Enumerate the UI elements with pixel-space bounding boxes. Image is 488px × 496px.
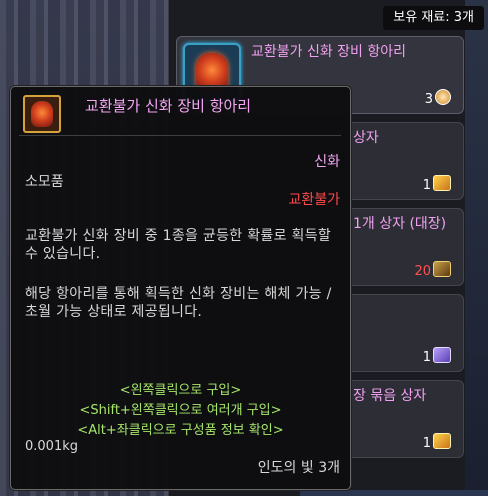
item-description: 교환불가 신화 장비 중 1종을 균등한 확률로 획득할 수 있습니다. bbox=[25, 228, 332, 262]
purchase-hint: <왼쪽클릭으로 구입> bbox=[119, 383, 242, 398]
item-price: 3 bbox=[425, 89, 451, 107]
item-tooltip: 교환불가 신화 장비 항아리 신화 소모품 교환불가 교환불가 신화 장비 중 … bbox=[10, 86, 351, 490]
gold-coin-icon bbox=[433, 433, 451, 449]
chest-icon bbox=[433, 261, 451, 277]
tooltip-title: 교환불가 신화 장비 항아리 bbox=[85, 97, 252, 115]
item-cost: 인도의 빛 3개 bbox=[257, 460, 340, 476]
item-price: 1 bbox=[423, 347, 451, 365]
bulk-purchase-hint: <Shift+왼쪽클릭으로 여러개 구입> bbox=[79, 403, 282, 418]
item-name: 교환불가 신화 장비 항아리 bbox=[251, 44, 407, 60]
item-icon bbox=[23, 95, 61, 133]
item-name: 상자 bbox=[353, 130, 379, 146]
item-type: 소모품 bbox=[25, 174, 64, 190]
gold-coin-icon bbox=[433, 175, 451, 191]
orb-icon bbox=[435, 89, 451, 105]
trade-status: 교환불가 bbox=[288, 192, 340, 208]
item-price: 1 bbox=[423, 433, 451, 451]
jar-icon bbox=[31, 101, 53, 127]
item-grade: 신화 bbox=[314, 154, 340, 170]
purple-coin-icon bbox=[433, 347, 451, 363]
item-name: 장 묶음 상자 bbox=[353, 388, 427, 404]
divider bbox=[19, 135, 341, 136]
material-count: 보유 재료: 3개 bbox=[383, 6, 484, 30]
item-price: 20 bbox=[414, 261, 451, 279]
contents-info-hint: <Alt+좌클릭으로 구성품 정보 확인> bbox=[77, 423, 284, 438]
item-weight: 0.001kg bbox=[25, 439, 78, 454]
item-price: 1 bbox=[423, 175, 451, 193]
bottom-bar bbox=[300, 490, 488, 496]
item-name: 1개 상자 (대장) bbox=[353, 216, 447, 232]
item-description: 해당 항아리를 통해 획득한 신화 장비는 해체 가능 / 초월 가능 상태로 … bbox=[25, 286, 332, 320]
